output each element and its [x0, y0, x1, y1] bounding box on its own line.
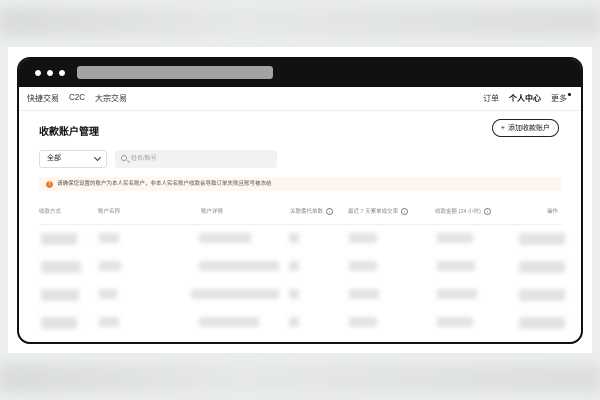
nav-item-c2c[interactable]: C2C: [69, 93, 85, 104]
add-account-label: 添加收款账户: [508, 125, 550, 132]
col-header-linked-orders-label: 关联委托单数: [290, 209, 324, 215]
window-dot-icon: [47, 70, 53, 76]
blurred-cell: [41, 233, 77, 245]
window-dot-icon: [59, 70, 65, 76]
col-header-method: 收款方式: [39, 209, 62, 215]
address-bar[interactable]: [77, 66, 273, 79]
col-header-amount: 收款金额 (24 小时) i: [435, 207, 491, 216]
notice-banner: ! 请确保您设置的账户为本人实名账户，非本人实名账户收款会导致订单失败且账号被冻…: [39, 177, 561, 191]
col-header-linked-orders: 关联委托单数 i: [290, 207, 334, 216]
top-navbar: 快捷交易 C2C 大宗交易 订单 个人中心 更多: [19, 87, 581, 111]
blurred-cell: [99, 289, 117, 299]
window-dot-icon: [35, 70, 41, 76]
blurred-cell: [349, 233, 377, 243]
search-box: [115, 150, 277, 168]
blurred-cell: [349, 261, 377, 271]
blurred-cell: [289, 261, 299, 271]
col-header-account-name: 账户名称: [98, 209, 121, 215]
nav-right-group: 订单 个人中心 更多: [483, 93, 571, 104]
nav-item-more[interactable]: 更多: [551, 93, 571, 104]
add-account-button[interactable]: + 添加收款账户: [491, 119, 559, 137]
table-row[interactable]: [19, 255, 581, 281]
col-header-amount-label: 收款金额 (24 小时): [435, 209, 481, 215]
nav-item-orders[interactable]: 订单: [483, 93, 499, 104]
blurred-cell: [199, 261, 279, 271]
nav-item-quick-trade[interactable]: 快捷交易: [27, 93, 59, 104]
nav-item-block-trade[interactable]: 大宗交易: [95, 93, 127, 104]
search-icon: [121, 155, 127, 161]
blurred-cell: [99, 317, 119, 327]
info-icon[interactable]: i: [401, 208, 409, 216]
select-value: 全部: [47, 155, 61, 162]
blurred-backdrop-bottom: [0, 364, 600, 392]
nav-more-label: 更多: [551, 94, 567, 103]
blurred-cell: [99, 233, 119, 243]
blurred-cell: [519, 289, 565, 301]
header-divider: [39, 224, 561, 225]
notice-text: 请确保您设置的账户为本人实名账户，非本人实名账户收款会导致订单失败且账号被冻结: [57, 181, 272, 187]
table-body: [19, 227, 581, 342]
blurred-cell: [289, 317, 299, 327]
blurred-cell: [519, 317, 565, 329]
blurred-backdrop-top: [0, 8, 600, 36]
blurred-cell: [289, 289, 299, 299]
blurred-cell: [437, 233, 473, 243]
blurred-cell: [41, 317, 77, 329]
table-row[interactable]: [19, 311, 581, 337]
blurred-cell: [437, 261, 475, 271]
blurred-cell: [437, 289, 477, 299]
blurred-cell: [99, 261, 121, 271]
blurred-cell: [41, 289, 79, 301]
blurred-cell: [199, 317, 259, 327]
blurred-cell: [41, 261, 81, 273]
blurred-cell: [437, 317, 473, 327]
nav-item-personal-center[interactable]: 个人中心: [509, 93, 541, 104]
blurred-cell: [191, 289, 279, 299]
blurred-cell: [349, 289, 379, 299]
search-input[interactable]: [131, 150, 271, 168]
table-header: 收款方式 账户名称 账户详情 关联委托单数 i 最近 7 天累单成交率 i 收款金额…: [39, 207, 561, 219]
browser-window: 快捷交易 C2C 大宗交易 订单 个人中心 更多 收款账户管理 + 添加收款账户…: [17, 57, 583, 344]
page-title: 收款账户管理: [39, 127, 99, 138]
plus-icon: +: [500, 124, 505, 132]
col-header-account-details: 账户详情: [201, 209, 224, 215]
warning-icon: !: [46, 180, 53, 188]
browser-titlebar: [19, 59, 581, 87]
col-header-completion-rate-label: 最近 7 天累单成交率: [348, 209, 399, 215]
main-content: 收款账户管理 + 添加收款账户 全部 ! 请确保您设置的账户为本人实名账户，非本…: [19, 111, 581, 342]
info-icon[interactable]: i: [326, 208, 334, 216]
col-header-actions: 操作: [547, 209, 559, 215]
chevron-down-icon: [93, 153, 102, 162]
table-row[interactable]: [19, 227, 581, 253]
payment-method-select[interactable]: 全部: [39, 150, 107, 168]
info-icon[interactable]: i: [483, 208, 491, 216]
blurred-cell: [289, 233, 299, 243]
blurred-cell: [349, 317, 377, 327]
nav-left-group: 快捷交易 C2C 大宗交易: [27, 93, 127, 104]
more-dot-icon: [568, 93, 571, 96]
table-row[interactable]: [19, 283, 581, 309]
blurred-cell: [199, 233, 251, 243]
blurred-cell: [519, 233, 565, 245]
col-header-completion-rate: 最近 7 天累单成交率 i: [348, 207, 409, 216]
blurred-cell: [519, 261, 565, 273]
